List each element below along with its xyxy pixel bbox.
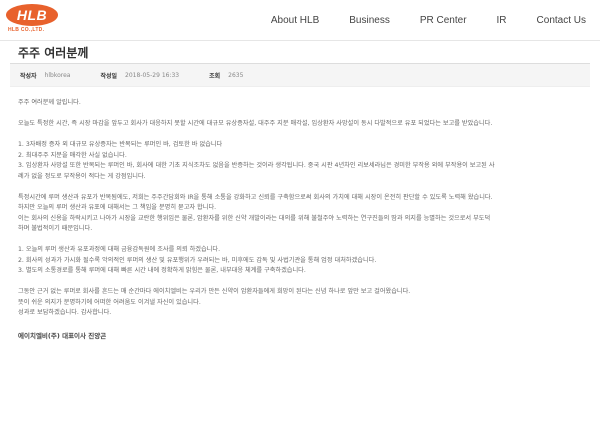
main-nav: About HLB Business PR Center IR Contact … — [271, 0, 600, 40]
date-label: 작성일 — [100, 72, 118, 80]
body-line: 이는 회사의 신용을 하락시키고 나아가 시장을 교란한 행위임은 물론, 암환… — [18, 214, 491, 222]
post-title: 주주 여러분께 — [18, 46, 89, 60]
body-line: 하며 불법적이기 때문입니다. — [18, 225, 93, 232]
body-line: 특정시간에 루머 생산과 유포가 반복됨에도, 저희는 주주간담회와 IR을 통… — [18, 193, 493, 201]
date-value: 2018-05-29 16:33 — [125, 71, 180, 79]
post-meta-bar: 작성자 hlbkorea 작성일 2018-05-29 16:33 조회 263… — [10, 63, 590, 87]
signature: 에이치엘비(주) 대표이사 진양곤 — [18, 331, 107, 340]
body-line: 성과로 보답하겠습니다. 감사합니다. — [18, 309, 112, 316]
body-line: 하지만 오늘의 루머 생산과 유포에 대해서는 그 책임을 분명히 묻고자 합니… — [18, 204, 217, 211]
body-line: 례가 없을 정도로 부작용이 적다는 게 강점입니다. — [18, 172, 146, 180]
logo-text: HLB — [16, 7, 48, 23]
body-line: 2. 최대주주 지분을 매각한 사실 없습니다. — [18, 151, 127, 159]
views-label: 조회 — [209, 72, 221, 80]
nav-contact[interactable]: Contact Us — [537, 15, 586, 26]
views-value: 2635 — [228, 71, 244, 79]
body-line: 3. 임상환자 사망설 또한 반복되는 루머인 바, 회사에 대한 기초 지식조… — [18, 162, 495, 169]
body-line: 그동안 근거 없는 루머로 회사를 흔드는 매 순간마다 에이치엘비는 우리가 … — [18, 288, 411, 295]
body-line: 뜻이 쉬운 의지가 분명하기에 어떠한 어려움도 이겨낼 자신이 있습니다. — [18, 298, 201, 306]
logo-subtitle: HLB CO.,LTD. — [8, 27, 45, 33]
body-line: 1. 오늘의 루머 생산과 유포과정에 대해 금융감독원에 조사를 의뢰 하겠습… — [18, 246, 221, 253]
author-value: hlbkorea — [44, 71, 71, 79]
nav-business[interactable]: Business — [349, 15, 390, 26]
body-line: 오늘도 특정한 시간, 즉 시장 마감을 앞두고 회사가 대응하지 못할 시간에… — [18, 120, 493, 127]
nav-pr-center[interactable]: PR Center — [420, 15, 467, 26]
nav-about[interactable]: About HLB — [271, 15, 319, 26]
author-label: 작성자 — [20, 72, 37, 80]
site-header: HLB HLB CO.,LTD. About HLB Business PR C… — [0, 0, 600, 41]
post-body: 주주 여러분께 알립니다. 오늘도 특정한 시간, 즉 시장 마감을 앞두고 회… — [18, 98, 588, 341]
hlb-logo[interactable]: HLB HLB CO.,LTD. — [6, 4, 64, 36]
body-line: 3. 별도의 소통경로를 통해 루머에 대해 빠른 시간 내에 정확하게 밝힘은… — [18, 267, 306, 274]
body-line: 주주 여러분께 알립니다. — [18, 99, 81, 106]
nav-ir[interactable]: IR — [497, 15, 507, 26]
logo-oval: HLB — [6, 4, 58, 26]
body-line: 2. 회사의 성과가 가시화 될수록 악의적인 루머의 생산 및 유포행위가 우… — [18, 256, 377, 264]
body-line: 1. 3자배정 증자 외 대규모 유상증자는 반복되는 루머인 바, 검토한 바… — [18, 141, 223, 148]
